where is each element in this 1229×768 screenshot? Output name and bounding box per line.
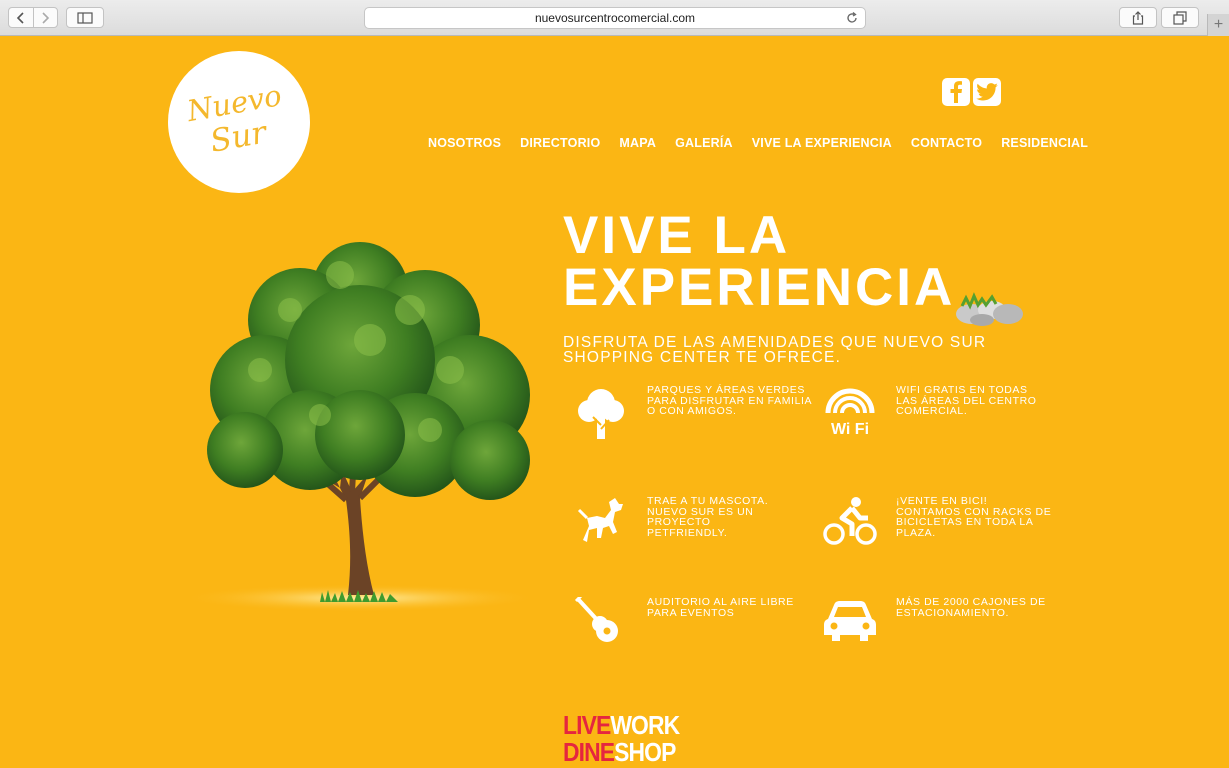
guitar-icon xyxy=(572,597,630,655)
tagline-work: WORK xyxy=(610,710,680,740)
nav-contacto[interactable]: CONTACTO xyxy=(911,136,982,150)
tagline-line2: DINESHOP xyxy=(563,739,679,766)
feature-parks: PARQUES Y ÁREAS VERDES PARA DISFRUTAR EN… xyxy=(572,385,819,443)
live-work-dine-shop-logo: LIVEWORK DINESHOP xyxy=(563,710,680,766)
tagline-dine: DINE xyxy=(563,737,615,767)
feature-text: WIFI GRATIS EN TODAS LAS ÁREAS DEL CENTR… xyxy=(896,384,1037,417)
chevron-right-icon xyxy=(42,11,50,24)
new-tab-button[interactable]: + xyxy=(1207,14,1229,36)
feature-bicycle: ¡VENTE EN BICI! CONTAMOS CON RACKS DE BI… xyxy=(821,496,1068,554)
hero-title-line1: VIVE LA xyxy=(563,206,791,265)
bicycle-icon xyxy=(821,496,879,554)
tree-icon xyxy=(572,385,630,443)
rocks-decoration xyxy=(956,292,1023,326)
nav-mapa[interactable]: MAPA xyxy=(619,136,656,150)
back-button[interactable] xyxy=(9,8,34,27)
feature-text: ¡VENTE EN BICI! CONTAMOS CON RACKS DE BI… xyxy=(896,495,1052,539)
tagline-line1: LIVEWORK xyxy=(563,710,680,740)
hero-title: VIVE LA EXPERIENCIA xyxy=(563,206,956,317)
feature-parking: MÁS DE 2000 CAJONES DE ESTACIONAMIENTO. xyxy=(821,597,1068,655)
history-nav xyxy=(8,7,58,28)
dog-icon xyxy=(572,496,630,554)
sidebar-button[interactable] xyxy=(66,7,104,28)
site-logo[interactable]: Nuevo Sur xyxy=(168,51,310,193)
twitter-icon[interactable] xyxy=(973,78,1001,106)
forward-button[interactable] xyxy=(34,8,58,27)
tagline-shop: SHOP xyxy=(614,737,676,767)
browser-toolbar: nuevosurcentrocomercial.com + xyxy=(0,0,1229,36)
nav-nosotros[interactable]: NOSOTROS xyxy=(428,136,501,150)
url-text: nuevosurcentrocomercial.com xyxy=(534,11,696,25)
facebook-icon[interactable] xyxy=(942,78,970,106)
logo-wordmark: Nuevo Sur xyxy=(184,78,285,160)
feature-auditorium: AUDITORIO AL AIRE LIBRE PARA EVENTOS xyxy=(572,597,819,655)
wifi-icon-text: Wi Fi xyxy=(831,421,869,438)
hero-title-line2: EXPERIENCIA xyxy=(563,258,956,317)
feature-wifi: Wi Fi WIFI GRATIS EN TODAS LAS ÁREAS DEL… xyxy=(821,385,1068,443)
nav-galeria[interactable]: GALERÍA xyxy=(675,136,733,150)
address-bar[interactable]: nuevosurcentrocomercial.com xyxy=(364,7,866,29)
tabs-icon xyxy=(1173,10,1187,25)
feature-text: MÁS DE 2000 CAJONES DE ESTACIONAMIENTO. xyxy=(896,596,1046,619)
hero-subtitle: DISFRUTA DE LAS AMENIDADES QUE NUEVO SUR… xyxy=(563,334,987,366)
wifi-icon: Wi Fi xyxy=(821,385,879,443)
feature-text: TRAE A TU MASCOTA. NUEVO SUR ES UN PROYE… xyxy=(647,495,769,539)
tabs-overview-button[interactable] xyxy=(1161,7,1199,28)
tagline-live: LIVE xyxy=(563,710,611,740)
nav-residencial[interactable]: RESIDENCIAL xyxy=(1001,136,1088,150)
car-icon xyxy=(821,597,879,655)
main-nav: NOSOTROS DIRECTORIO MAPA GALERÍA VIVE LA… xyxy=(428,136,1107,150)
sidebar-icon xyxy=(77,11,93,24)
reload-icon[interactable] xyxy=(845,11,859,25)
nav-directorio[interactable]: DIRECTORIO xyxy=(520,136,600,150)
feature-text: PARQUES Y ÁREAS VERDES PARA DISFRUTAR EN… xyxy=(647,384,813,417)
share-button[interactable] xyxy=(1119,7,1157,28)
feature-text: AUDITORIO AL AIRE LIBRE PARA EVENTOS xyxy=(647,596,794,619)
feature-pets: TRAE A TU MASCOTA. NUEVO SUR ES UN PROYE… xyxy=(572,496,819,554)
tree-illustration xyxy=(180,242,540,612)
social-links xyxy=(942,78,1001,106)
share-icon xyxy=(1132,10,1144,25)
nav-vive-la-experiencia[interactable]: VIVE LA EXPERIENCIA xyxy=(752,136,892,150)
chevron-left-icon xyxy=(16,11,24,24)
